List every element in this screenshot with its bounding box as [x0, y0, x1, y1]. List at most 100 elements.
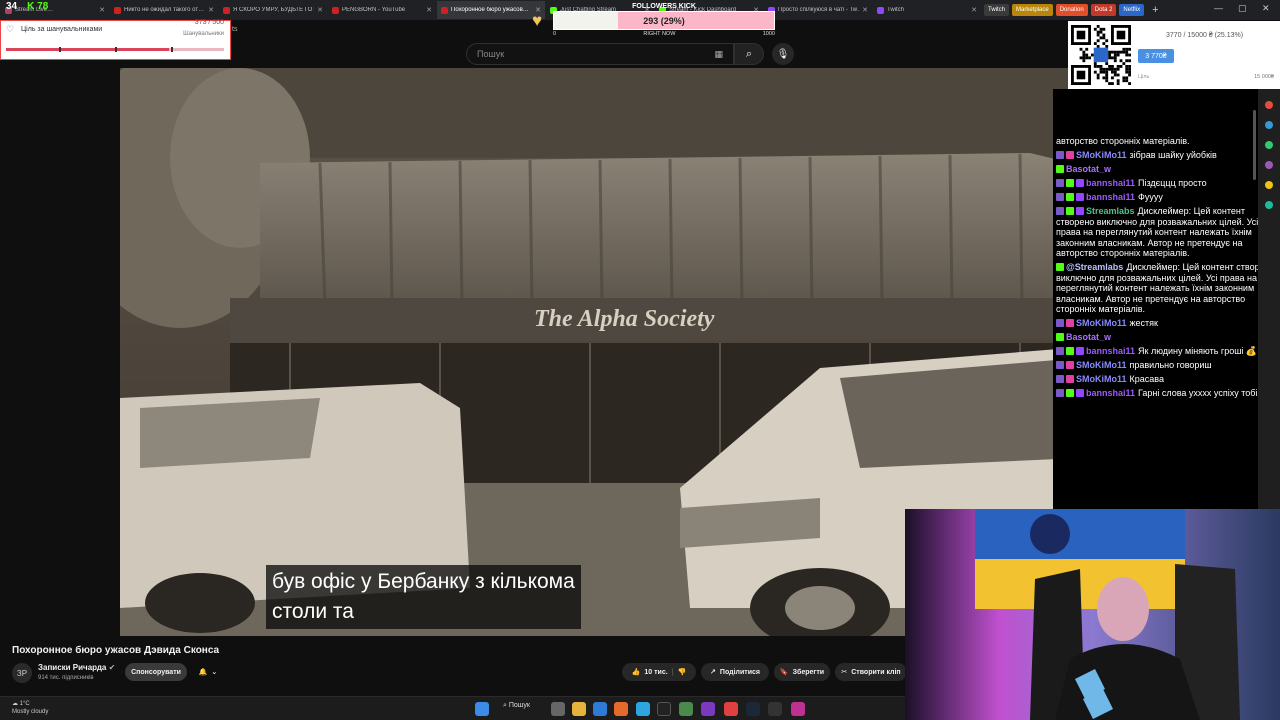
tab-title: PENGBORN - YouTube: [342, 7, 406, 13]
chat-username[interactable]: @Streamlabs: [1066, 262, 1123, 272]
scissors-icon: ✂: [841, 669, 848, 676]
browser-tab[interactable]: Похоронное бюро ужасов… ✕: [437, 1, 545, 19]
search-input[interactable]: Пошук ▦: [466, 43, 734, 65]
app-icon[interactable]: [791, 702, 805, 716]
weather-icon: ☁: [12, 701, 18, 707]
chat-username[interactable]: SMoKiMo11: [1076, 150, 1127, 160]
chat-username[interactable]: bannshai11: [1086, 388, 1135, 398]
close-icon[interactable]: ✕: [426, 6, 432, 14]
tab-title: Похоронное бюро ужасов…: [451, 7, 529, 13]
channel-name[interactable]: Записки Ричарда ✔: [38, 663, 115, 672]
chat-username[interactable]: SMoKiMo11: [1076, 374, 1127, 384]
donation-goal-label: Ціль: [1138, 74, 1150, 80]
thumbs-down-icon[interactable]: 👎: [678, 668, 687, 676]
start-icon[interactable]: [475, 702, 489, 716]
rail-app-icon[interactable]: [1265, 141, 1273, 149]
steam-icon[interactable]: [746, 702, 760, 716]
file-explorer-icon[interactable]: [572, 702, 586, 716]
firefox-icon[interactable]: [614, 702, 628, 716]
browser-tab[interactable]: PENGBORN - YouTube ✕: [328, 1, 436, 19]
subgoal-tick: [115, 47, 117, 52]
chat-badge-icon: [1056, 165, 1064, 173]
rail-app-icon[interactable]: [1265, 161, 1273, 169]
bookmark-pill[interactable]: Donation: [1055, 4, 1088, 16]
rail-app-icon[interactable]: [1265, 121, 1273, 129]
close-icon[interactable]: ✕: [317, 6, 323, 14]
chrome-icon[interactable]: [724, 702, 738, 716]
chat-message: bannshai11 Фуууу: [1056, 192, 1276, 203]
save-label: Зберегти: [792, 668, 825, 676]
chat-message: SMoKiMo11 правильно говориш: [1056, 360, 1276, 371]
header-partial-text: ts: [232, 26, 238, 33]
bookmark-pill[interactable]: Marketplace: [1012, 4, 1053, 16]
new-tab-button[interactable]: +: [1152, 4, 1158, 16]
search-button[interactable]: ⌕: [734, 43, 764, 65]
tab-favicon-icon: [332, 6, 339, 14]
share-icon: ↗: [710, 669, 716, 676]
chat-username[interactable]: Basotat_w: [1066, 332, 1111, 342]
heart-icon: ♥: [532, 11, 543, 30]
chat-username[interactable]: Basotat_w: [1066, 164, 1111, 174]
bookmark-pill[interactable]: Netflix: [1119, 4, 1145, 16]
rail-app-icon[interactable]: [1265, 101, 1273, 109]
browser-icon[interactable]: [593, 702, 607, 716]
minimize-button[interactable]: —: [1214, 3, 1223, 13]
channel-avatar[interactable]: ЗР: [12, 663, 32, 683]
video-title: Похоронное бюро ужасов Дэвида Сконса: [12, 645, 220, 656]
app-icon[interactable]: [701, 702, 715, 716]
maximize-button[interactable]: ▢: [1238, 3, 1247, 14]
chat-message: SMoKiMo11 Красава: [1056, 374, 1276, 385]
chat-username[interactable]: Streamlabs: [1086, 206, 1135, 216]
close-icon[interactable]: ✕: [208, 6, 214, 14]
rail-app-icon[interactable]: [1265, 181, 1273, 189]
chat-username[interactable]: SMoKiMo11: [1076, 318, 1127, 328]
chat-badge-icon: [1056, 193, 1064, 201]
app-icon[interactable]: [679, 702, 693, 716]
weather-widget[interactable]: ☁ 1°C Mostly cloudy: [12, 700, 48, 716]
subscriber-goal-widget: ♡ Ціль за шанувальниками 373 / 500 Шанув…: [0, 19, 231, 60]
close-icon[interactable]: ✕: [862, 6, 868, 14]
keyboard-icon[interactable]: ▦: [714, 49, 723, 60]
chat-username[interactable]: bannshai11: [1086, 178, 1135, 188]
voice-search-button[interactable]: 🎙: [772, 43, 794, 65]
notifications-button[interactable]: 🔔 ⌄: [192, 663, 224, 681]
chat-message: авторство сторонніх матеріалів.: [1056, 136, 1276, 147]
followers-goal-value: 293 (29%): [643, 16, 685, 26]
chat-username[interactable]: bannshai11: [1086, 346, 1135, 356]
donation-summary: 3770 / 15000 ₴ (25.13%): [1166, 32, 1244, 39]
chat-badge-icon: [1066, 193, 1074, 201]
bookmark-pill[interactable]: Twitch: [984, 4, 1010, 16]
save-button[interactable]: 🔖 Зберегти: [774, 663, 830, 681]
microphone-icon: 🎙: [776, 48, 790, 60]
share-button[interactable]: ↗ Поділитися: [701, 663, 769, 681]
tab-title: Никто не ожидал такого от…: [124, 7, 205, 13]
chat-username[interactable]: bannshai11: [1086, 192, 1135, 202]
chat-message: Basotat_w: [1056, 164, 1276, 175]
app-icon[interactable]: [768, 702, 782, 716]
clip-button[interactable]: ✂ Створити кліп: [835, 663, 907, 681]
chat-username[interactable]: SMoKiMo11: [1076, 360, 1127, 370]
task-view-icon[interactable]: [551, 702, 565, 716]
close-icon[interactable]: ✕: [971, 6, 977, 14]
chat-scrollbar[interactable]: [1253, 110, 1256, 180]
browser-tab[interactable]: Просто спілкуюся в чаті - Tw… ✕: [764, 1, 872, 19]
viewer-count: 34: [6, 1, 18, 12]
telegram-icon[interactable]: [636, 702, 650, 716]
rail-app-icon[interactable]: [1265, 201, 1273, 209]
obs-icon[interactable]: [657, 702, 671, 716]
browser-tab[interactable]: Twitch ✕: [873, 1, 981, 19]
followers-goal-scale: 0 RIGHT NOW 1000: [553, 31, 775, 37]
sponsor-button[interactable]: Спонсорувати: [125, 663, 187, 681]
like-button[interactable]: 👍 10 тис. | 👎: [622, 663, 696, 681]
browser-tab[interactable]: Я СКОРО УМРУ, БУДЬТЕ ГОТ… ✕: [219, 1, 327, 19]
close-window-button[interactable]: ✕: [1262, 3, 1270, 14]
donation-amount-button[interactable]: 3 770₴: [1138, 49, 1174, 63]
bookmark-pill[interactable]: Dota 2: [1090, 4, 1117, 16]
taskbar-search[interactable]: ⌕ Пошук: [503, 702, 530, 710]
tab-favicon-icon: [114, 6, 121, 14]
browser-tab[interactable]: Никто не ожидал такого от… ✕: [110, 1, 218, 19]
chat-message: bannshai11 Гарні слова ухххх успіху тобі …: [1056, 388, 1276, 399]
chat-badge-icon: [1076, 347, 1084, 355]
close-icon[interactable]: ✕: [99, 6, 105, 14]
chat-badge-icon: [1056, 347, 1064, 355]
